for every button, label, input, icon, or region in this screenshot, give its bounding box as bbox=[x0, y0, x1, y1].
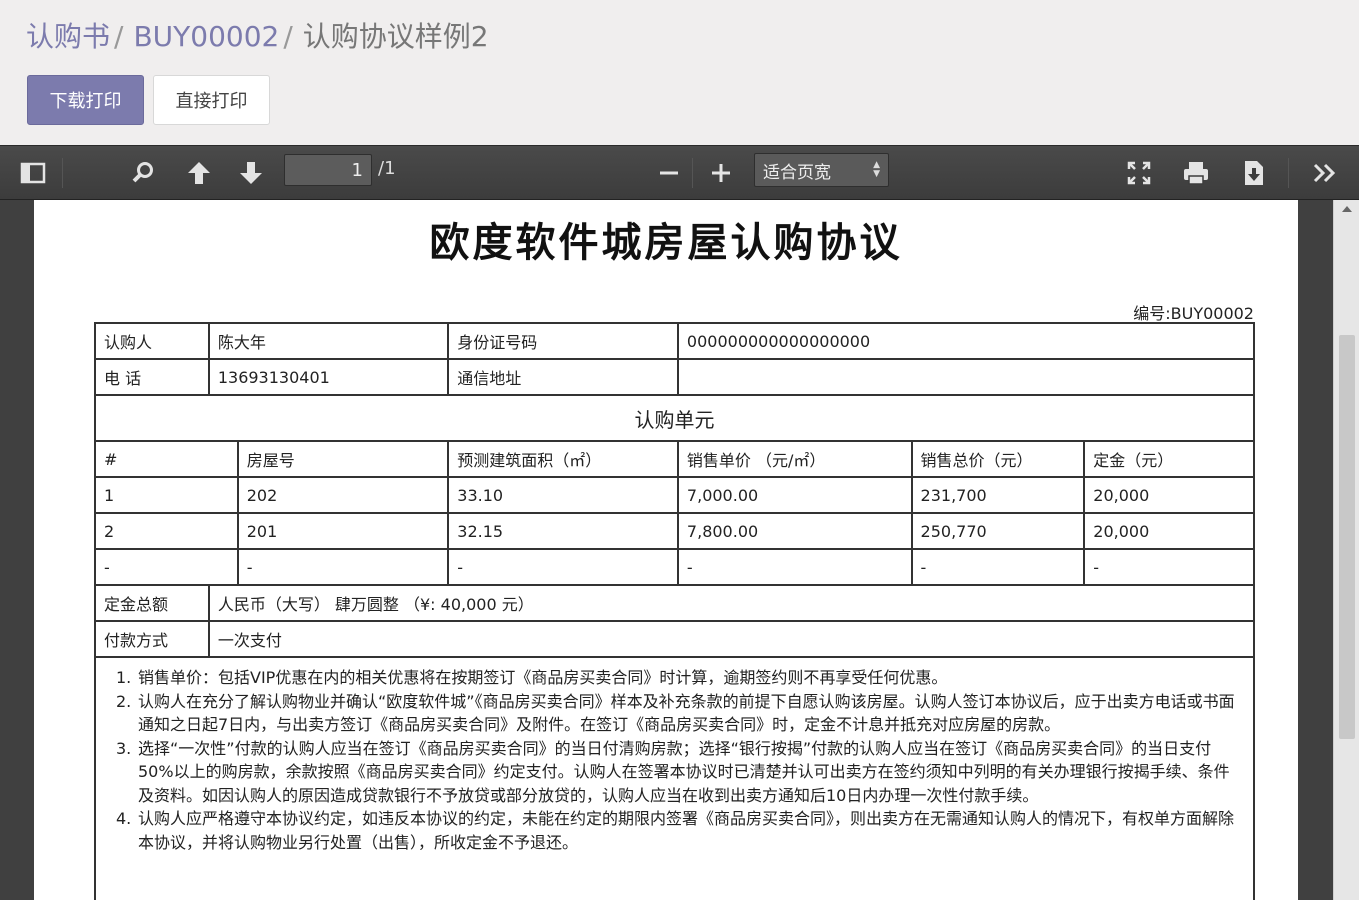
unit-cell: 7,000.00 bbox=[676, 476, 913, 514]
scroll-up-arrow-icon[interactable] bbox=[1342, 206, 1352, 212]
scroll-thumb[interactable] bbox=[1339, 335, 1355, 739]
download-icon[interactable] bbox=[1239, 158, 1269, 188]
unit-row: 2 201 32.15 7,800.00 250,770 20,000 bbox=[94, 512, 1255, 550]
zoom-in-icon[interactable] bbox=[706, 158, 736, 188]
breadcrumb-link-record[interactable]: BUY00002 bbox=[133, 20, 279, 53]
term-number: 1. bbox=[116, 668, 132, 687]
control-panel: 认购书 / BUY00002/认购协议样例2 下载打印 直接打印 bbox=[0, 0, 1359, 145]
buyer-row: 认购人 陈大年 身份证号码 000000000000000000 bbox=[94, 322, 1256, 360]
unit-cell: - bbox=[676, 548, 913, 586]
unit-header-cell: 定金（元） bbox=[1083, 440, 1255, 478]
unit-cell: - bbox=[236, 548, 450, 586]
unit-cell: 202 bbox=[236, 476, 450, 514]
contract-table: 认购人 陈大年 身份证号码 000000000000000000 电 话 136… bbox=[94, 322, 1256, 900]
unit-cell: - bbox=[1083, 548, 1255, 586]
unit-header-cell: 预测建筑面积（㎡） bbox=[447, 440, 679, 478]
breadcrumb-separator: / bbox=[114, 20, 124, 53]
id-label: 身份证号码 bbox=[447, 322, 679, 360]
phone-row: 电 话 13693130401 通信地址 bbox=[94, 358, 1256, 396]
unit-header-cell: 销售单价 （元/㎡） bbox=[676, 440, 913, 478]
unit-cell: 231,700 bbox=[910, 476, 1086, 514]
payment-value: 一次支付 bbox=[207, 620, 1256, 658]
buyer-label: 认购人 bbox=[94, 322, 210, 360]
phone-label: 电 话 bbox=[94, 358, 210, 396]
deposit-value: 人民币（大写） 肆万圆整 （¥: 40,000 元） bbox=[207, 584, 1256, 622]
unit-cell: 33.10 bbox=[447, 476, 679, 514]
vertical-scrollbar[interactable] bbox=[1333, 200, 1359, 900]
unit-cell: 2 bbox=[94, 512, 239, 550]
search-icon[interactable] bbox=[128, 158, 158, 188]
terms-row: 1. 销售单价：包括VIP优惠在内的相关优惠将在按期签订《商品房买卖合同》时计算，… bbox=[94, 656, 1255, 900]
breadcrumb: 认购书 / BUY00002/认购协议样例2 bbox=[26, 18, 489, 56]
term-text: 认购人应严格遵守本协议约定，如违反本协议的约定，未能在约定的期限内签署《商品房买… bbox=[138, 809, 1235, 852]
breadcrumb-separator: / bbox=[283, 20, 293, 53]
toolbar-separator bbox=[692, 158, 693, 188]
unit-row: - - - - - - bbox=[94, 548, 1255, 586]
toolbar-separator bbox=[62, 158, 63, 188]
unit-header-row: # 房屋号 预测建筑面积（㎡） 销售单价 （元/㎡） 销售总价（元） 定金（元） bbox=[94, 440, 1255, 478]
term-text: 选择“一次性”付款的认购人应当在签订《商品房买卖合同》的当日付清购房款；选择“银… bbox=[138, 738, 1230, 805]
page-number-input[interactable] bbox=[284, 154, 372, 186]
document-page: 欧度软件城房屋认购协议 编号:BUY00002 认购人 陈大年 身份证号码 00… bbox=[34, 200, 1298, 900]
page-total: /1 bbox=[378, 158, 396, 179]
unit-cell: 7,800.00 bbox=[676, 512, 913, 550]
term-item: 4. 认购人应严格遵守本协议约定，如违反本协议的约定，未能在约定的期限内签署《商品… bbox=[108, 807, 1241, 854]
address-value bbox=[676, 358, 1256, 396]
direct-print-button[interactable]: 直接打印 bbox=[153, 75, 270, 125]
payment-row: 付款方式 一次支付 bbox=[94, 620, 1256, 658]
terms-cell: 1. 销售单价：包括VIP优惠在内的相关优惠将在按期签订《商品房买卖合同》时计算，… bbox=[94, 656, 1255, 900]
terms-list: 1. 销售单价：包括VIP优惠在内的相关优惠将在按期签订《商品房买卖合同》时计算，… bbox=[108, 666, 1241, 854]
term-number: 2. bbox=[116, 691, 132, 711]
pdf-toolbar bbox=[0, 145, 1359, 200]
breadcrumb-current: 认购协议样例2 bbox=[302, 20, 489, 53]
unit-header-cell: 房屋号 bbox=[236, 440, 450, 478]
buyer-name: 陈大年 bbox=[207, 322, 450, 360]
deposit-label: 定金总额 bbox=[94, 584, 210, 622]
unit-section-title: 认购单元 bbox=[94, 394, 1255, 442]
term-number: 3. bbox=[116, 738, 132, 758]
unit-cell: - bbox=[94, 548, 239, 586]
previous-page-icon[interactable] bbox=[184, 158, 214, 188]
zoom-select[interactable]: 适合页宽 ▲ ▼ bbox=[754, 153, 889, 187]
phone-value: 13693130401 bbox=[207, 358, 450, 396]
id-value: 000000000000000000 bbox=[676, 322, 1256, 360]
term-item: 2. 认购人在充分了解认购物业并确认“欧度软件城”《商品房买卖合同》样本及补充条款… bbox=[108, 690, 1241, 737]
unit-cell: 201 bbox=[236, 512, 450, 550]
unit-cell: - bbox=[910, 548, 1086, 586]
breadcrumb-link-subscriptions[interactable]: 认购书 bbox=[26, 20, 110, 53]
unit-cell: 20,000 bbox=[1083, 512, 1255, 550]
sidebar-toggle-icon[interactable] bbox=[18, 158, 48, 188]
zoom-out-icon[interactable] bbox=[654, 158, 684, 188]
term-text: 销售单价：包括VIP优惠在内的相关优惠将在按期签订《商品房买卖合同》时计算，逾期… bbox=[138, 668, 948, 687]
next-page-icon[interactable] bbox=[236, 158, 266, 188]
unit-row: 1 202 33.10 7,000.00 231,700 20,000 bbox=[94, 476, 1255, 514]
unit-cell: 20,000 bbox=[1083, 476, 1255, 514]
download-print-button[interactable]: 下载打印 bbox=[27, 75, 144, 125]
select-arrows-icon: ▲ ▼ bbox=[873, 160, 880, 179]
term-item: 1. 销售单价：包括VIP优惠在内的相关优惠将在按期签订《商品房买卖合同》时计算，… bbox=[108, 666, 1241, 690]
unit-cell: 1 bbox=[94, 476, 239, 514]
print-icon[interactable] bbox=[1181, 158, 1211, 188]
deposit-row: 定金总额 人民币（大写） 肆万圆整 （¥: 40,000 元） bbox=[94, 584, 1256, 622]
term-item: 3. 选择“一次性”付款的认购人应当在签订《商品房买卖合同》的当日付清购房款；选择… bbox=[108, 737, 1241, 808]
document-number: 编号:BUY00002 bbox=[1133, 304, 1254, 323]
address-label: 通信地址 bbox=[447, 358, 679, 396]
unit-cell: - bbox=[447, 548, 679, 586]
toolbar-separator bbox=[1288, 158, 1289, 188]
unit-header-cell: # bbox=[94, 440, 239, 478]
unit-cell: 250,770 bbox=[910, 512, 1086, 550]
presentation-mode-icon[interactable] bbox=[1124, 158, 1154, 188]
payment-label: 付款方式 bbox=[94, 620, 210, 658]
button-row: 下载打印 直接打印 bbox=[27, 75, 270, 125]
unit-section-row: 认购单元 bbox=[94, 394, 1255, 442]
term-number: 4. bbox=[116, 809, 132, 828]
tools-icon[interactable] bbox=[1310, 158, 1340, 188]
pdf-viewer: 欧度软件城房屋认购协议 编号:BUY00002 认购人 陈大年 身份证号码 00… bbox=[0, 200, 1359, 900]
zoom-select-label: 适合页宽 bbox=[763, 162, 831, 183]
document-title: 欧度软件城房屋认购协议 bbox=[429, 220, 903, 266]
term-text: 认购人在充分了解认购物业并确认“欧度软件城”《商品房买卖合同》样本及补充条款的前… bbox=[138, 691, 1235, 735]
unit-cell: 32.15 bbox=[447, 512, 679, 550]
unit-header-cell: 销售总价（元） bbox=[910, 440, 1086, 478]
